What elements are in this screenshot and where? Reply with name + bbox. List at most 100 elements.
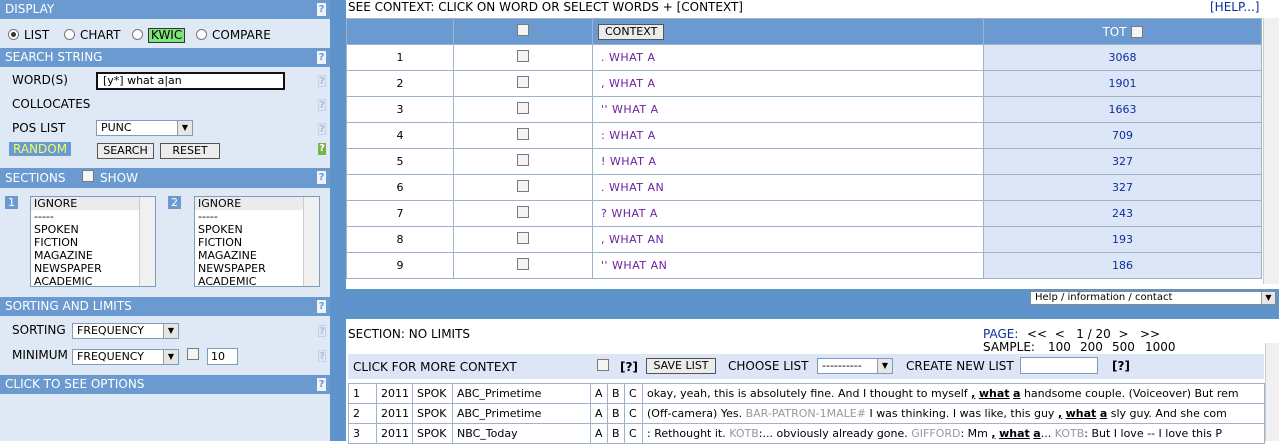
show-sections-checkbox[interactable] (82, 170, 94, 182)
list-item[interactable]: MAGAZINE (195, 249, 319, 262)
row-word[interactable]: ! WHAT A (592, 148, 984, 175)
words-input[interactable]: [y*] what a|an (96, 72, 285, 90)
search-button[interactable]: SEARCH (97, 143, 154, 159)
row-word[interactable]: , WHAT AN (592, 226, 984, 253)
keyword[interactable]: what (1066, 407, 1097, 420)
keyword[interactable]: , (971, 387, 975, 400)
keyword[interactable]: what (979, 387, 1010, 400)
list-item[interactable]: FICTION (195, 236, 319, 249)
sections-help-icon[interactable]: ? (317, 171, 326, 184)
row-c[interactable]: C (624, 403, 643, 424)
sorting-select[interactable]: FREQUENCY ▼ (72, 323, 179, 339)
row-word[interactable]: . WHAT AN (592, 174, 984, 201)
options-help-icon[interactable]: ? (317, 378, 326, 391)
sorting-limit-help-icon[interactable]: ? (318, 325, 326, 337)
create-list-help-link[interactable]: [?] (1112, 359, 1130, 373)
row-word[interactable]: '' WHAT A (592, 96, 984, 123)
row-word[interactable]: , WHAT A (592, 70, 984, 97)
row-c[interactable]: C (624, 383, 643, 404)
sections-header[interactable]: SECTIONS? (0, 168, 330, 188)
list-item[interactable]: ACADEMIC (31, 275, 155, 288)
search-help-icon[interactable]: ? (317, 51, 326, 64)
random-help-icon[interactable]: ? (318, 143, 326, 155)
list-item[interactable]: ----- (31, 210, 155, 223)
collocates-label[interactable]: COLLOCATES (12, 97, 90, 111)
list-scrollbar[interactable] (303, 197, 319, 286)
new-list-input[interactable] (1020, 357, 1098, 374)
tot-label[interactable]: TOT (1102, 25, 1126, 39)
row-checkbox[interactable] (517, 76, 529, 88)
row-context[interactable]: (Off-camera) Yes. BAR-PATRON-1MALE# I wa… (642, 403, 1265, 424)
section-list-2[interactable]: IGNORE ----- SPOKEN FICTION MAGAZINE NEW… (194, 196, 320, 288)
row-checkbox[interactable] (517, 128, 529, 140)
minimum-checkbox[interactable] (187, 348, 199, 360)
minimum-help-icon[interactable]: ? (318, 350, 326, 362)
row-word[interactable]: ? WHAT A (592, 200, 984, 227)
row-word[interactable]: . WHAT A (592, 44, 984, 71)
sample-200[interactable]: 200 (1080, 340, 1103, 354)
reset-button[interactable]: RESET (160, 143, 220, 159)
frequency-scrollbar[interactable] (1263, 18, 1279, 284)
row-checkbox[interactable] (517, 258, 529, 270)
help-select[interactable]: Help / information / contact ▼ (1030, 291, 1276, 305)
chart-radio[interactable] (64, 29, 75, 40)
keyword[interactable]: what (999, 427, 1030, 440)
list-item[interactable]: SPOKEN (31, 223, 155, 236)
list-item[interactable]: ACADEMIC (195, 275, 319, 288)
words-help-icon[interactable]: ? (318, 75, 326, 87)
list-radio[interactable] (8, 29, 19, 40)
minimum-input[interactable]: 10 (207, 348, 238, 365)
collocates-help-icon[interactable]: ? (318, 99, 326, 111)
more-context-label[interactable]: CLICK FOR MORE CONTEXT (353, 360, 517, 374)
pos-list-select[interactable]: PUNC ▼ (96, 120, 193, 136)
list-item[interactable]: ----- (195, 210, 319, 223)
help-link[interactable]: [HELP...] (1210, 0, 1259, 14)
row-checkbox[interactable] (517, 180, 529, 192)
choose-list-select[interactable]: ---------- ▼ (817, 358, 893, 374)
compare-radio[interactable] (196, 29, 207, 40)
search-string-header[interactable]: SEARCH STRING? (0, 48, 330, 67)
sample-1000[interactable]: 1000 (1145, 340, 1176, 354)
list-item[interactable]: IGNORE (31, 197, 155, 210)
list-item[interactable]: NEWSPAPER (195, 262, 319, 275)
random-button[interactable]: RANDOM (9, 142, 72, 156)
options-header[interactable]: CLICK TO SEE OPTIONS? (0, 375, 330, 394)
sample-500[interactable]: 500 (1112, 340, 1135, 354)
kwic-help-link[interactable]: [?] (620, 360, 638, 374)
row-a[interactable]: A (590, 403, 608, 424)
sorting-help-icon[interactable]: ? (317, 300, 326, 313)
tot-checkbox[interactable] (1130, 25, 1143, 38)
select-all-kwic-checkbox[interactable] (597, 359, 609, 371)
row-checkbox[interactable] (517, 102, 529, 114)
row-word[interactable]: : WHAT A (592, 122, 984, 149)
keyword[interactable]: , (991, 427, 995, 440)
keyword[interactable]: , (1058, 407, 1062, 420)
display-help-icon[interactable]: ? (317, 3, 326, 16)
row-source[interactable]: ABC_Primetime (452, 383, 591, 404)
list-item[interactable]: MAGAZINE (31, 249, 155, 262)
list-item[interactable]: SPOKEN (195, 223, 319, 236)
section-list-1[interactable]: IGNORE ----- SPOKEN FICTION MAGAZINE NEW… (30, 196, 156, 288)
row-checkbox[interactable] (517, 206, 529, 218)
save-list-button[interactable]: SAVE LIST (646, 358, 716, 374)
minimum-select[interactable]: FREQUENCY ▼ (72, 349, 179, 365)
display-header[interactable]: DISPLAY? (0, 0, 330, 19)
row-source[interactable]: ABC_Primetime (452, 403, 591, 424)
row-b[interactable]: B (607, 403, 625, 424)
keyword[interactable]: a (1033, 427, 1040, 440)
row-checkbox[interactable] (517, 232, 529, 244)
pos-help-icon[interactable]: ? (318, 123, 326, 135)
row-checkbox[interactable] (517, 154, 529, 166)
list-item[interactable]: NEWSPAPER (31, 262, 155, 275)
sample-100[interactable]: 100 (1048, 340, 1071, 354)
row-b[interactable]: B (607, 383, 625, 404)
page-navigation[interactable]: << < 1 / 20 > >> (1027, 327, 1160, 341)
row-context[interactable]: okay, yeah, this is absolutely fine. And… (642, 383, 1265, 404)
row-checkbox[interactable] (517, 50, 529, 62)
panel-divider[interactable] (330, 0, 346, 441)
select-all-checkbox[interactable] (517, 24, 529, 36)
context-button[interactable]: CONTEXT (598, 23, 665, 40)
kwic-scrollbar[interactable] (1265, 343, 1279, 441)
list-scrollbar[interactable] (139, 197, 155, 286)
list-item[interactable]: IGNORE (195, 197, 319, 210)
